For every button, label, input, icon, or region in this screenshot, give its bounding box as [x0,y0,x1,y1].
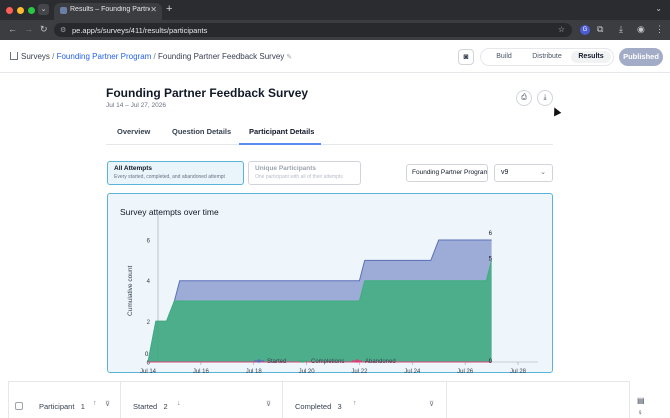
mode-results[interactable]: Results [571,51,611,63]
series-start-label: 0 [145,352,149,358]
column-header-completed[interactable]: Completed 3 ↑ ⊽ [283,382,447,418]
breadcrumb-program[interactable]: Founding Partner Program [57,52,152,61]
mode-distribute[interactable]: Distribute [527,51,567,63]
y-axis-label: Cumulative count [127,266,134,316]
tab-list-chevron-icon[interactable]: ⌄ [655,4,662,13]
x-tick-label: Jul 16 [193,369,210,374]
home-icon [10,52,18,60]
bookmark-star-icon[interactable]: ☆ [558,25,565,34]
filter-icon[interactable]: ⊽ [429,400,434,408]
x-tick-label: Jul 24 [404,369,421,374]
select-all-checkbox[interactable] [15,402,23,410]
back-icon[interactable]: ← [8,24,17,34]
site-info-icon[interactable]: ⚙ [60,26,66,34]
account-icon[interactable]: ◉ [637,24,645,35]
help-bulb-icon[interactable]: ♀ [637,408,643,417]
column-label-participant: Participant 1 [39,402,85,411]
tab-question-details[interactable]: Question Details [172,127,231,136]
legend-marker-abandoned [355,359,359,363]
breadcrumb-survey: Founding Partner Feedback Survey [158,52,285,61]
legend-label-started: Started [267,359,286,365]
column-label-completed: Completed 3 [295,402,342,411]
sort-icon[interactable]: ↑ [353,400,357,407]
downloads-icon[interactable]: ⤓ [619,24,623,35]
maximize-window-button[interactable] [28,7,35,14]
columns-icon[interactable]: ▤ [637,396,645,405]
print-icon[interactable]: ⎙ [516,90,532,106]
pencil-icon[interactable]: ✎ [286,54,292,61]
favicon-icon [60,7,67,14]
close-tab-icon[interactable]: ✕ [150,5,157,14]
y-tick-label: 6 [147,239,151,245]
x-tick-label: Jul 22 [351,369,368,374]
chevron-down-icon: ⌄ [540,169,546,176]
mouse-cursor-icon [550,105,562,117]
browser-toolbar: ← → ↻ ⚙ pe.app/s/surveys/411/results/par… [0,20,670,40]
x-tick-label: Jul 20 [299,369,316,374]
url-text: pe.app/s/surveys/411/results/participant… [72,26,208,35]
date-range: Jul 14 – Jul 27, 2026 [106,102,166,109]
profile-badge-icon[interactable]: G [580,25,590,35]
unique-participants-toggle[interactable]: Unique Participants One participant with… [248,161,361,185]
browser-tab[interactable]: Results – Founding Partner Fe ✕ [54,3,162,20]
filter-icon[interactable]: ⊽ [266,400,271,408]
tab-overview[interactable]: Overview [117,127,150,136]
results-tabs: Overview Question Details Participant De… [106,122,553,145]
mode-build[interactable]: Build [489,51,519,63]
extensions-icon[interactable]: ⧉ [597,24,603,35]
version-select[interactable]: v9 ⌄ [494,164,553,182]
menu-icon[interactable]: ⋮ [655,24,664,35]
attempts-chart: 0 2 4 6 Jul 14 Jul 16 Jul 18 Jul 20 Jul 22 Jul 24… [127,213,538,374]
participants-table-header: Participant 1 ↑ ⊽ Started 2 ↓ ⊽ Complete… [8,381,630,418]
legend-marker-completions [301,359,305,363]
published-status-button[interactable]: Published [619,48,663,66]
all-attempts-toggle[interactable]: All Attempts Every started, completed, a… [107,161,244,185]
mode-switcher: Build Distribute Results [480,48,614,66]
tab-participant-details[interactable]: Participant Details [249,127,314,136]
x-tick-label: Jul 28 [510,369,527,374]
breadcrumb: Surveys / Founding Partner Program / Fou… [10,51,292,61]
chart-card: Survey attempts over time 0 2 4 6 Jul 14 Jul … [107,193,553,374]
main-content: Founding Partner Feedback Survey Jul 14 … [0,73,670,418]
camera-icon[interactable]: ◙ [458,49,474,65]
sort-icon[interactable]: ↑ [93,400,97,407]
y-tick-label: 2 [147,320,151,326]
version-select-value: v9 [501,169,509,176]
x-tick-label: Jul 14 [140,369,157,374]
y-tick-label: 4 [147,279,151,285]
x-tick-label: Jul 18 [246,369,263,374]
page-title: Founding Partner Feedback Survey [106,86,309,100]
unique-participants-subtitle: One participant with all of their attemp… [255,174,343,180]
active-tab-indicator [239,143,321,145]
minimize-window-button[interactable] [17,7,24,14]
forward-icon[interactable]: → [24,24,33,34]
series-end-label: 5 [489,256,493,262]
app-header: Surveys / Founding Partner Program / Fou… [0,40,670,73]
all-attempts-subtitle: Every started, completed, and abandoned … [114,174,225,180]
address-bar[interactable]: ⚙ pe.app/s/surveys/411/results/participa… [54,23,572,37]
tab-search-icon[interactable]: ⌄ [38,4,49,15]
sort-icon[interactable]: ↓ [177,400,181,407]
breadcrumb-surveys[interactable]: Surveys [21,52,50,61]
browser-tab-bar: ⌄ Results – Founding Partner Fe ✕ + ⌄ [0,0,670,20]
legend-label-abandoned: Abandoned [365,359,396,365]
reload-icon[interactable]: ↻ [40,24,48,35]
unique-participants-title: Unique Participants [255,165,317,172]
series-end-label: 6 [489,231,493,237]
close-window-button[interactable] [6,7,13,14]
column-header-participant[interactable]: Participant 1 ↑ ⊽ [29,382,121,418]
legend-label-completions: Completions [311,359,344,365]
new-tab-icon[interactable]: + [166,3,172,15]
download-icon[interactable]: ⤓ [537,90,553,106]
column-label-started: Started 2 [133,402,168,411]
all-attempts-title: All Attempts [114,165,153,172]
x-tick-label: Jul 26 [457,369,474,374]
column-header-started[interactable]: Started 2 ↓ ⊽ [121,382,283,418]
browser-tab-title: Results – Founding Partner Fe [70,6,150,13]
program-select[interactable]: Founding Partner Program [406,164,488,182]
legend-marker-started [257,359,261,363]
filter-icon[interactable]: ⊽ [105,400,110,408]
